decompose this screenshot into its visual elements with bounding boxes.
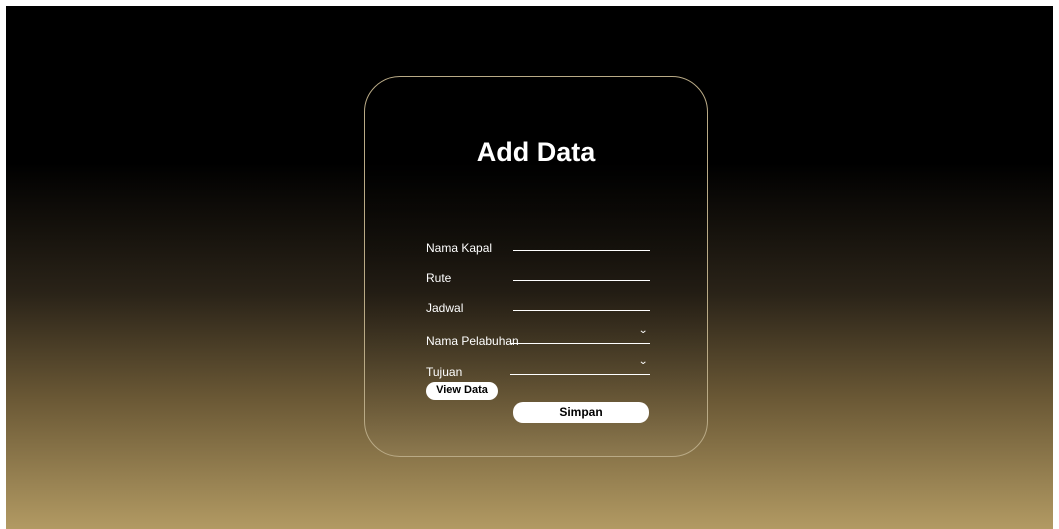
view-data-button[interactable]: View Data [426,382,498,400]
field-rute: Rute [426,267,650,291]
tujuan-label: Tujuan [426,365,463,379]
jadwal-input[interactable] [513,297,650,311]
nama-kapal-label: Nama Kapal [426,241,493,255]
chevron-down-icon[interactable]: ⌄ [638,326,648,336]
save-button[interactable]: Simpan [513,402,649,423]
rute-input[interactable] [513,267,650,281]
chevron-down-icon[interactable]: ⌄ [638,357,648,367]
field-nama-kapal: Nama Kapal [426,237,650,261]
add-data-card: Add Data Nama Kapal Rute Jadwal Nama Pel… [364,76,708,457]
page-background: Add Data Nama Kapal Rute Jadwal Nama Pel… [6,6,1053,529]
nama-kapal-underline [513,250,650,251]
form-title: Add Data [476,137,596,167]
field-nama-pelabuhan[interactable]: Nama Pelabuhan ⌄ [426,326,650,354]
nama-pelabuhan-select[interactable] [510,343,650,344]
rute-underline [513,280,650,281]
nama-pelabuhan-label: Nama Pelabuhan [426,334,519,348]
jadwal-label: Jadwal [426,301,464,315]
tujuan-select[interactable] [510,374,650,375]
jadwal-underline [513,310,650,311]
rute-label: Rute [426,271,452,285]
field-jadwal: Jadwal [426,297,650,321]
nama-kapal-input[interactable] [513,237,650,251]
